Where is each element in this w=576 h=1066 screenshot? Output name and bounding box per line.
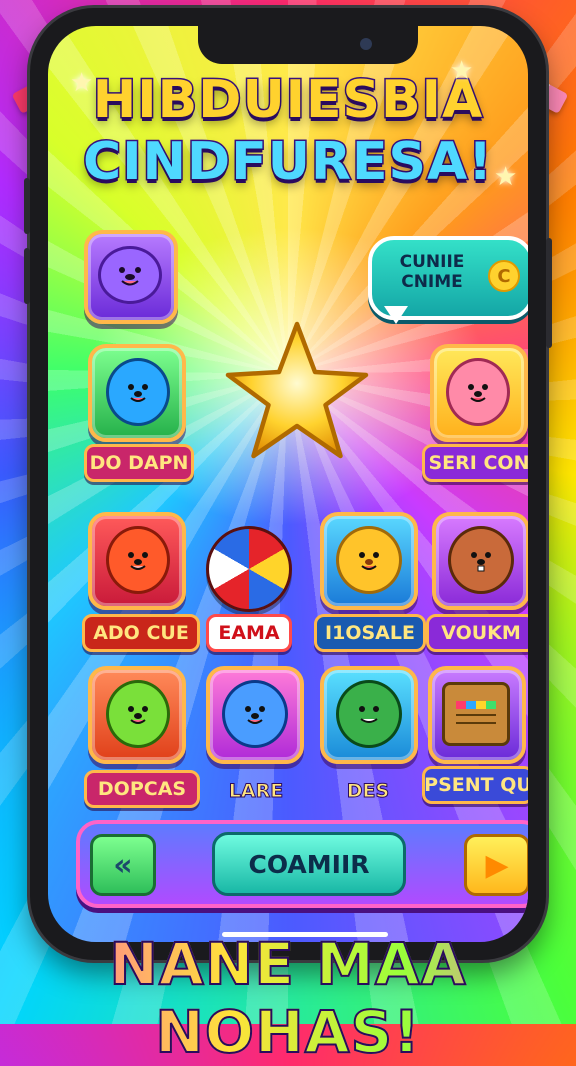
app-label: ADO CUE: [82, 614, 200, 652]
app-tile-do-dapn[interactable]: DO DAPN: [84, 344, 194, 484]
next-button[interactable]: ▶: [464, 834, 528, 896]
app-tile-dopcas[interactable]: DOPCAS: [84, 666, 200, 808]
app-tile-voukm[interactable]: VOUKM: [426, 512, 528, 652]
big-star-icon[interactable]: [222, 318, 372, 468]
lion-icon: [336, 526, 402, 594]
game-title-line2: CINDFURESA!: [82, 131, 494, 194]
app-label: SERI CON: [422, 444, 528, 482]
app-tile-i1osale[interactable]: I1OSALE: [314, 512, 426, 652]
app-label: DOPCAS: [84, 770, 200, 808]
star-icon: ★: [494, 162, 518, 192]
power-button[interactable]: [546, 238, 552, 348]
app-label: DES: [346, 780, 390, 803]
app-label: LARE: [228, 780, 284, 803]
speech-bubble-tail: [384, 306, 408, 324]
pink-bear-icon: [446, 358, 510, 426]
home-indicator[interactable]: [222, 932, 388, 937]
main-action-button[interactable]: COAMIIR: [212, 832, 406, 896]
blue-bear-ball-icon: [222, 680, 288, 748]
app-label: DO DAPN: [84, 444, 194, 482]
app-label: EAMA: [206, 614, 292, 652]
play-arrow-icon: ▶: [485, 847, 509, 883]
star-icon: ★: [70, 68, 94, 98]
beach-ball-icon[interactable]: [206, 526, 292, 612]
app-label: PSENT QU: [422, 766, 528, 804]
phone-frame: HIBDUIESBIA CINDFURESA! ★ ★ ★ CUNIIE CNI…: [24, 8, 552, 960]
star-icon: ★: [450, 56, 474, 86]
dinosaur-icon: [336, 680, 402, 748]
coin-icon: C: [488, 260, 520, 292]
beaver-icon: [448, 526, 514, 594]
app-tile-psent-qu[interactable]: PSENT QU: [422, 666, 528, 806]
red-bear-icon: [106, 526, 170, 594]
app-tile-ado-cue[interactable]: ADO CUE: [82, 512, 200, 652]
app-tile-lare[interactable]: LARE: [202, 666, 312, 806]
speech-bubble-text: CUNIIE CNIME: [399, 252, 465, 292]
back-button[interactable]: «: [90, 834, 156, 896]
app-tile-seal[interactable]: [84, 230, 178, 324]
volume-down-button[interactable]: [24, 248, 30, 304]
volume-up-button[interactable]: [24, 178, 30, 234]
app-tile-des[interactable]: DES: [316, 666, 426, 806]
app-screen: HIBDUIESBIA CINDFURESA! ★ ★ ★ CUNIIE CNI…: [48, 26, 528, 942]
double-chevron-left-icon: «: [113, 847, 133, 883]
blue-bear-icon: [106, 358, 170, 426]
camera-icon: [360, 38, 372, 50]
app-label: I1OSALE: [314, 614, 426, 652]
app-tile-seri-con[interactable]: SERI CON: [422, 344, 528, 484]
footer-caption: NANE MAA NOHAS!: [0, 929, 576, 1066]
bottom-nav-bar: « COAMIIR ▶: [76, 820, 528, 908]
green-bear-icon: [106, 680, 170, 748]
phone-notch: [198, 26, 418, 64]
toy-box-icon: [442, 682, 510, 746]
purple-seal-icon: [98, 246, 162, 304]
app-label: VOUKM: [426, 614, 528, 652]
